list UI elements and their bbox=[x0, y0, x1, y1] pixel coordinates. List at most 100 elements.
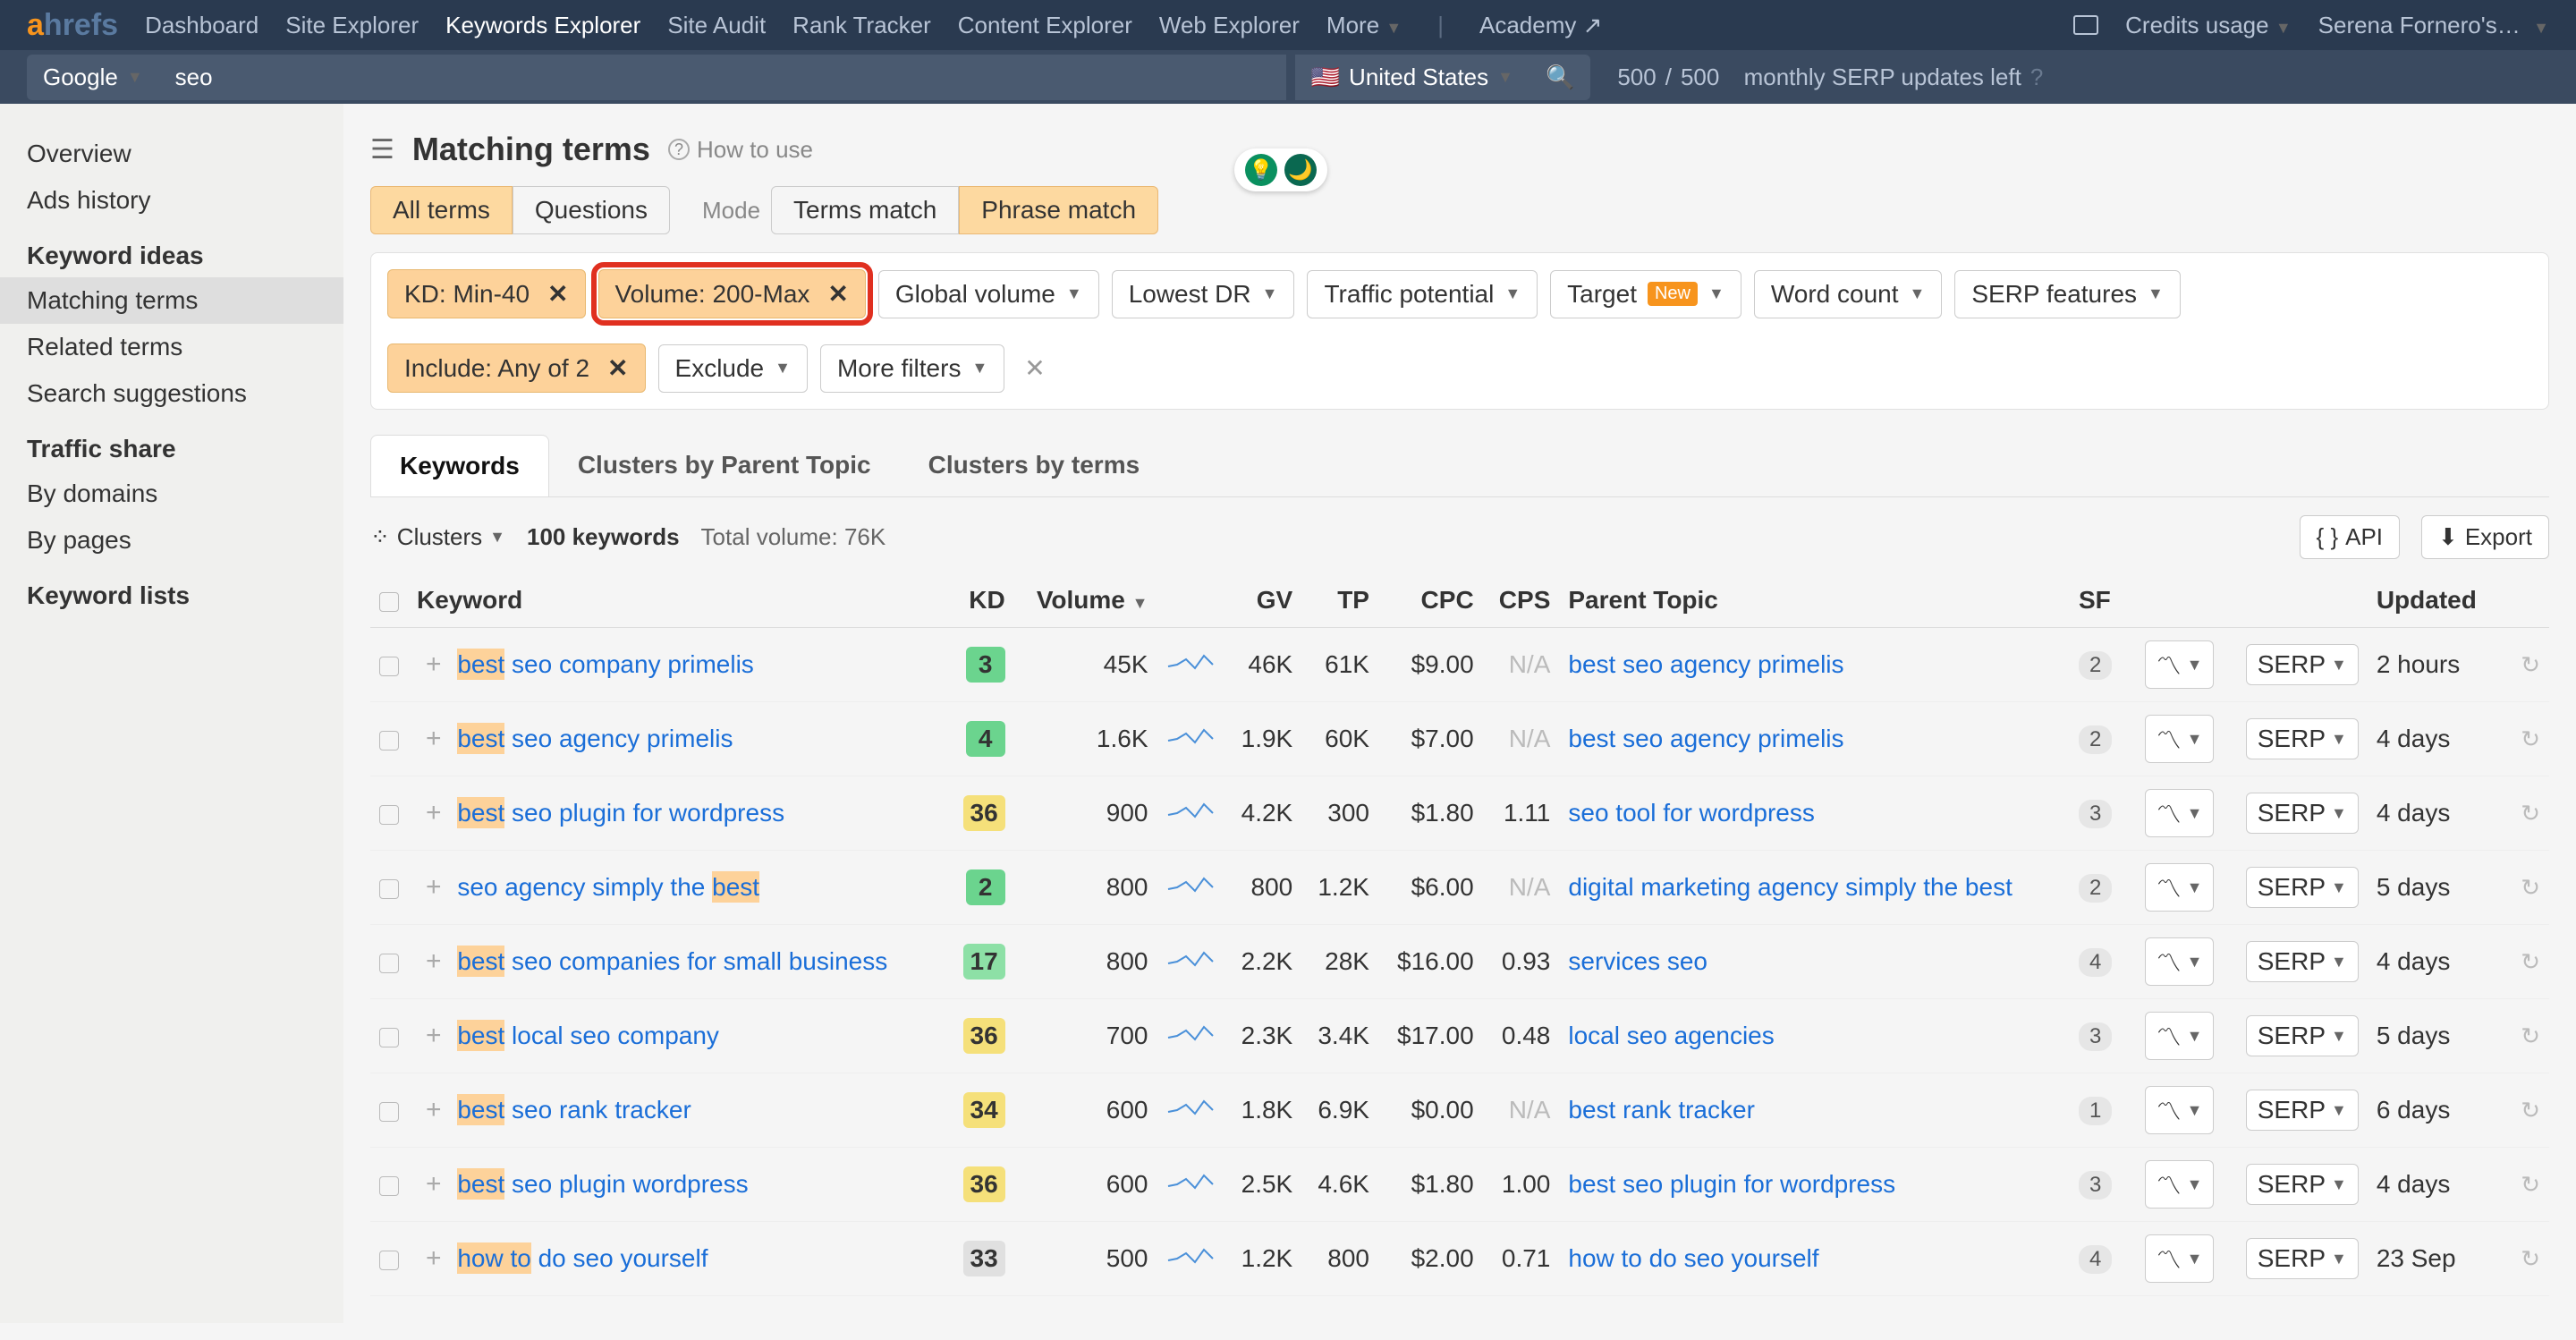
trend-button[interactable]: 〽 ▼ bbox=[2145, 715, 2215, 763]
clusters-button[interactable]: ⁘ Clusters ▼ bbox=[370, 523, 505, 551]
trend-button[interactable]: 〽 ▼ bbox=[2145, 789, 2215, 837]
sidebar-by-domains[interactable]: By domains bbox=[0, 471, 343, 517]
expand-icon[interactable]: + bbox=[426, 724, 442, 753]
how-to-use[interactable]: ? How to use bbox=[668, 136, 813, 164]
nav-site-explorer[interactable]: Site Explorer bbox=[285, 12, 419, 39]
filter-target[interactable]: Target New ▼ bbox=[1550, 270, 1741, 318]
keyword-link[interactable]: seo agency simply the best bbox=[457, 871, 759, 903]
row-checkbox[interactable] bbox=[379, 1028, 399, 1047]
keyword-link[interactable]: best seo rank tracker bbox=[457, 1094, 691, 1125]
serp-button[interactable]: SERP ▼ bbox=[2246, 941, 2359, 982]
expand-icon[interactable]: + bbox=[426, 1021, 442, 1050]
keyword-link[interactable]: best seo plugin wordpress bbox=[457, 1168, 748, 1200]
serp-button[interactable]: SERP ▼ bbox=[2246, 1164, 2359, 1205]
filter-word-count[interactable]: Word count ▼ bbox=[1754, 270, 1943, 318]
filter-serp-features[interactable]: SERP features ▼ bbox=[1954, 270, 2181, 318]
parent-topic-link[interactable]: local seo agencies bbox=[1568, 1022, 1774, 1049]
country-select[interactable]: 🇺🇸 United States ▼ bbox=[1295, 55, 1530, 100]
tab-clusters-terms[interactable]: Clusters by terms bbox=[900, 435, 1169, 496]
keyword-link[interactable]: best seo plugin for wordpress bbox=[457, 797, 784, 828]
filter-kd[interactable]: KD: Min-40✕ bbox=[387, 269, 586, 318]
monitor-icon[interactable] bbox=[2073, 15, 2098, 35]
close-icon[interactable]: ✕ bbox=[827, 279, 848, 309]
keyword-link[interactable]: best seo company primelis bbox=[457, 649, 754, 680]
refresh-icon[interactable]: ↻ bbox=[2521, 1245, 2540, 1272]
col-tp[interactable]: TP bbox=[1301, 573, 1378, 628]
parent-topic-link[interactable]: services seo bbox=[1568, 947, 1707, 975]
col-sf[interactable]: SF bbox=[2070, 573, 2126, 628]
nav-rank-tracker[interactable]: Rank Tracker bbox=[792, 12, 931, 39]
filter-more[interactable]: More filters ▼ bbox=[820, 344, 1004, 393]
tab-keywords[interactable]: Keywords bbox=[370, 435, 549, 496]
pill-phrase-match[interactable]: Phrase match bbox=[959, 186, 1158, 234]
serp-button[interactable]: SERP ▼ bbox=[2246, 1015, 2359, 1056]
col-gv[interactable]: GV bbox=[1225, 573, 1302, 628]
refresh-icon[interactable]: ↻ bbox=[2521, 800, 2540, 827]
parent-topic-link[interactable]: how to do seo yourself bbox=[1568, 1244, 1818, 1272]
account-menu[interactable]: Serena Fornero's… ▼ bbox=[2318, 12, 2549, 39]
refresh-icon[interactable]: ↻ bbox=[2521, 725, 2540, 752]
hamburger-icon[interactable]: ☰ bbox=[370, 134, 394, 165]
filter-lowest-dr[interactable]: Lowest DR ▼ bbox=[1112, 270, 1295, 318]
nav-dashboard[interactable]: Dashboard bbox=[145, 12, 258, 39]
filter-traffic-potential[interactable]: Traffic potential ▼ bbox=[1307, 270, 1538, 318]
tab-clusters-parent[interactable]: Clusters by Parent Topic bbox=[549, 435, 900, 496]
nav-keywords-explorer[interactable]: Keywords Explorer bbox=[445, 12, 640, 39]
row-checkbox[interactable] bbox=[379, 954, 399, 973]
parent-topic-link[interactable]: best rank tracker bbox=[1568, 1096, 1755, 1124]
filter-include[interactable]: Include: Any of 2✕ bbox=[387, 343, 646, 393]
parent-topic-link[interactable]: best seo agency primelis bbox=[1568, 650, 1843, 678]
theme-toggle[interactable]: 💡 🌙 bbox=[1234, 148, 1327, 191]
api-button[interactable]: { } API bbox=[2300, 515, 2401, 559]
keyword-link[interactable]: best seo companies for small business bbox=[457, 946, 887, 977]
row-checkbox[interactable] bbox=[379, 1102, 399, 1122]
select-all-checkbox[interactable] bbox=[379, 592, 399, 612]
col-parent-topic[interactable]: Parent Topic bbox=[1559, 573, 2070, 628]
serp-button[interactable]: SERP ▼ bbox=[2246, 1238, 2359, 1279]
serp-button[interactable]: SERP ▼ bbox=[2246, 867, 2359, 908]
parent-topic-link[interactable]: digital marketing agency simply the best bbox=[1568, 873, 2012, 901]
export-button[interactable]: ⬇ Export bbox=[2421, 515, 2549, 559]
nav-web-explorer[interactable]: Web Explorer bbox=[1159, 12, 1300, 39]
refresh-icon[interactable]: ↻ bbox=[2521, 651, 2540, 678]
search-input[interactable] bbox=[159, 55, 1286, 100]
serp-button[interactable]: SERP ▼ bbox=[2246, 718, 2359, 759]
trend-button[interactable]: 〽 ▼ bbox=[2145, 937, 2215, 986]
expand-icon[interactable]: + bbox=[426, 1095, 442, 1124]
row-checkbox[interactable] bbox=[379, 805, 399, 825]
row-checkbox[interactable] bbox=[379, 1251, 399, 1270]
sidebar-by-pages[interactable]: By pages bbox=[0, 517, 343, 564]
trend-button[interactable]: 〽 ▼ bbox=[2145, 1086, 2215, 1134]
trend-button[interactable]: 〽 ▼ bbox=[2145, 1160, 2215, 1209]
logo[interactable]: ahrefs bbox=[27, 8, 118, 43]
col-cps[interactable]: CPS bbox=[1483, 573, 1560, 628]
sidebar-matching-terms[interactable]: Matching terms bbox=[0, 277, 343, 324]
row-checkbox[interactable] bbox=[379, 657, 399, 676]
col-updated[interactable]: Updated bbox=[2368, 573, 2498, 628]
col-kd[interactable]: KD bbox=[947, 573, 1013, 628]
pill-questions[interactable]: Questions bbox=[513, 186, 670, 234]
serp-button[interactable]: SERP ▼ bbox=[2246, 793, 2359, 834]
col-keyword[interactable]: Keyword bbox=[408, 573, 947, 628]
row-checkbox[interactable] bbox=[379, 1176, 399, 1196]
nav-content-explorer[interactable]: Content Explorer bbox=[958, 12, 1132, 39]
nav-more[interactable]: More ▼ bbox=[1326, 12, 1402, 39]
serp-button[interactable]: SERP ▼ bbox=[2246, 644, 2359, 685]
trend-button[interactable]: 〽 ▼ bbox=[2145, 1234, 2215, 1283]
sidebar-overview[interactable]: Overview bbox=[0, 131, 343, 177]
refresh-icon[interactable]: ↻ bbox=[2521, 1171, 2540, 1198]
parent-topic-link[interactable]: seo tool for wordpress bbox=[1568, 799, 1814, 827]
pill-terms-match[interactable]: Terms match bbox=[771, 186, 959, 234]
trend-button[interactable]: 〽 ▼ bbox=[2145, 863, 2215, 912]
refresh-icon[interactable]: ↻ bbox=[2521, 948, 2540, 975]
refresh-icon[interactable]: ↻ bbox=[2521, 1022, 2540, 1049]
expand-icon[interactable]: + bbox=[426, 1243, 442, 1273]
filter-volume[interactable]: Volume: 200-Max✕ bbox=[598, 269, 866, 318]
parent-topic-link[interactable]: best seo agency primelis bbox=[1568, 725, 1843, 752]
parent-topic-link[interactable]: best seo plugin for wordpress bbox=[1568, 1170, 1895, 1198]
nav-academy[interactable]: Academy ↗ bbox=[1479, 12, 1602, 39]
credits-usage[interactable]: Credits usage ▼ bbox=[2125, 12, 2291, 39]
keyword-link[interactable]: best seo agency primelis bbox=[457, 723, 733, 754]
clear-filters[interactable]: ✕ bbox=[1024, 353, 1045, 383]
sidebar-related-terms[interactable]: Related terms bbox=[0, 324, 343, 370]
